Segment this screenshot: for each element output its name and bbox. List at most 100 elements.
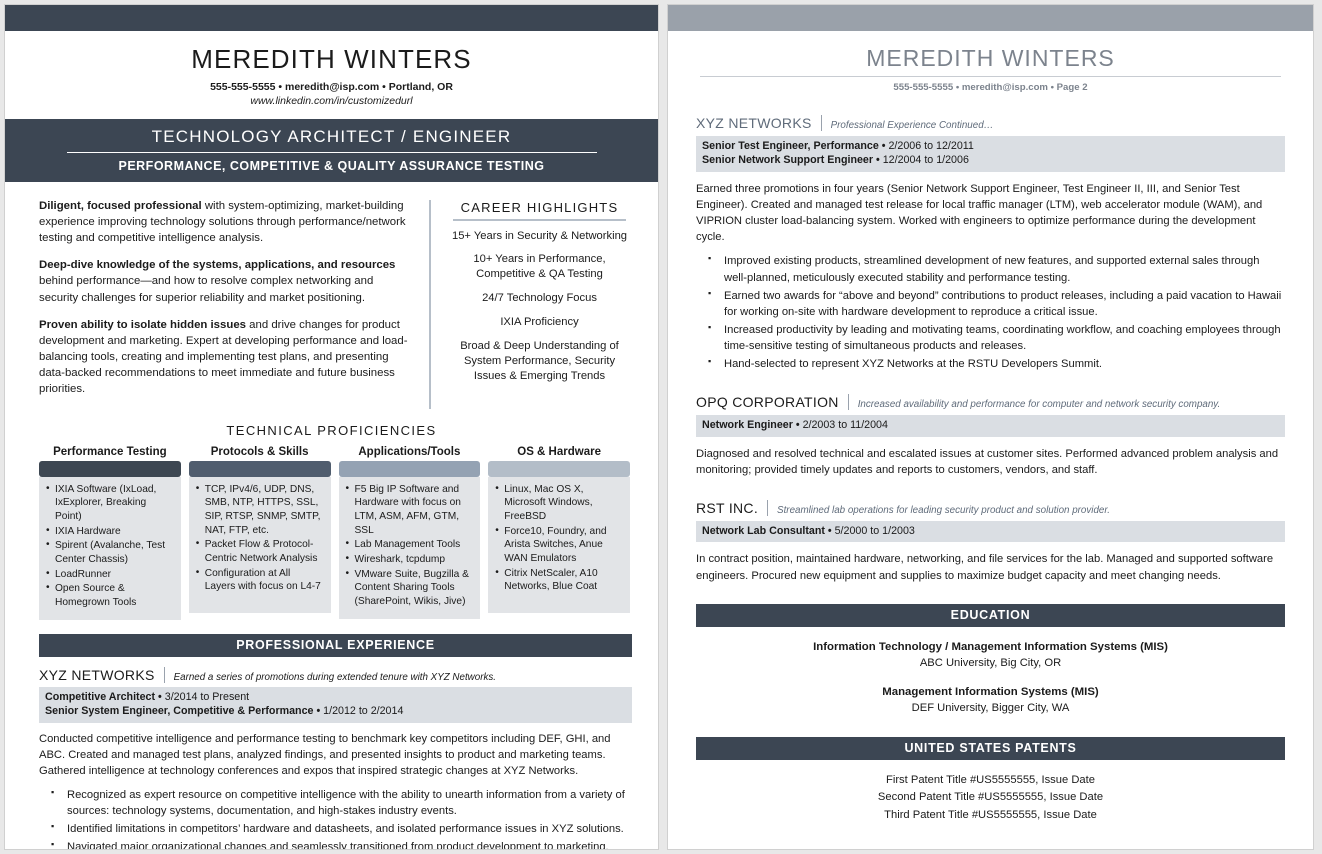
- role-dates: 1/2012 to 2/2014: [323, 705, 404, 718]
- employer-header: RST INC. Streamlined lab operations for l…: [696, 499, 1285, 516]
- tech-item: Force10, Foundry, and Arista Switches, A…: [495, 524, 623, 566]
- employer-header-xyz: XYZ NETWORKS Earned a series of promotio…: [39, 666, 632, 683]
- role-bullet-separator: •: [313, 705, 324, 718]
- employer-header: OPQ CORPORATION Increased availability an…: [696, 394, 1285, 411]
- summary-highlights-row: Diligent, focused professional with syst…: [5, 182, 658, 409]
- candidate-name: MEREDITH WINTERS: [191, 44, 472, 74]
- tech-item: Spirent (Avalanche, Test Center Chassis): [46, 538, 174, 566]
- summary-lead-in: Proven ability to isolate hidden issues: [39, 318, 246, 331]
- employer-separator: [847, 394, 849, 411]
- tech-item: Configuration at All Layers with focus o…: [196, 566, 324, 594]
- resume-workspace: MEREDITH WINTERS 555-555-5555 • meredith…: [0, 0, 1322, 854]
- tech-column: Protocols & Skills TCP, IPv4/6, UDP, DNS,…: [188, 445, 331, 620]
- employer-bullet: Improved existing products, streamlined …: [696, 252, 1285, 285]
- employer-separator: [820, 115, 822, 131]
- tech-column: OS & Hardware Linux, Mac OS X, Microsoft …: [488, 446, 630, 620]
- role-bullet-separator: •: [824, 524, 835, 537]
- education-degree: Management Information Systems (MIS): [882, 686, 1099, 699]
- role-title: Network Lab Consultant: [702, 524, 825, 537]
- employer-paragraph-continued: Earned three promotions in four years (S…: [696, 182, 1263, 244]
- technical-proficiencies-table: Performance Testing IXIA Software (IxLoad…: [5, 446, 658, 620]
- page2-employer-list: OPQ CORPORATION Increased availability an…: [668, 394, 1313, 583]
- role-line: Senior Test Engineer, Performance • 2/20…: [702, 139, 1279, 153]
- tech-column-accent-bar: [39, 460, 181, 477]
- headline-title: TECHNOLOGY ARCHITECT / ENGINEER: [151, 126, 512, 146]
- employer-tagline: Increased availability and performance f…: [857, 399, 1221, 411]
- tech-item: VMware Suite, Bugzilla & Content Sharing…: [346, 567, 474, 609]
- patents-heading: UNITED STATES PATENTS: [696, 736, 1285, 760]
- professional-experience-heading: PROFESSIONAL EXPERIENCE: [39, 633, 632, 657]
- career-highlight-item: 15+ Years in Security & Networking: [451, 229, 628, 242]
- page2-name-block: MEREDITH WINTERS: [668, 31, 1313, 72]
- tech-item: TCP, IPv4/6, UDP, DNS, SMB, NTP, HTTPS, …: [196, 482, 324, 538]
- education-degree: Information Technology / Management Info…: [813, 640, 1168, 653]
- employer-name: OPQ CORPORATION: [696, 394, 839, 411]
- tech-column-accent-bar: [188, 460, 331, 477]
- role-band-xyz-continued: Senior Test Engineer, Performance • 2/20…: [696, 136, 1285, 172]
- role-band-xyz: Competitive Architect • 3/2014 to Presen…: [39, 686, 632, 723]
- education-school: DEF University, Bigger City, WA: [911, 702, 1070, 715]
- employer-bullet: Identified limitations in competitors’ h…: [39, 820, 632, 837]
- career-highlights-list: 15+ Years in Security & Networking 10+ Ye…: [447, 229, 632, 384]
- tech-item: Citrix NetScaler, A10 Networks, Blue Coa…: [495, 566, 623, 594]
- role-line: Network Engineer • 2/2003 to 11/2004: [702, 418, 1279, 432]
- role-title: Senior System Engineer, Competitive & Pe…: [45, 705, 314, 718]
- headline-subtitle: PERFORMANCE, COMPETITIVE & QUALITY ASSUR…: [118, 158, 545, 173]
- career-highlights-column: CAREER HIGHLIGHTS 15+ Years in Security …: [447, 198, 632, 409]
- tech-item: Wireshark, tcpdump: [346, 552, 474, 567]
- employer-name-continued: XYZ NETWORKS: [696, 115, 812, 131]
- headline-banner: TECHNOLOGY ARCHITECT / ENGINEER PERFORMA…: [5, 118, 658, 182]
- tech-column-accent-bar: [338, 460, 481, 477]
- tech-column-body: IXIA Software (IxLoad, IxExplorer, Break…: [39, 476, 181, 620]
- employer-bullets: Recognized as expert resource on competi…: [39, 786, 632, 849]
- patent-item: Third Patent Title #US5555555, Issue Dat…: [884, 808, 1097, 821]
- employer-separator: [163, 666, 165, 683]
- role-title: Senior Network Support Engineer: [702, 154, 874, 167]
- resume-page-2: MEREDITH WINTERS 555-555-5555 • meredith…: [667, 4, 1314, 850]
- role-line: Competitive Architect • 3/2014 to Presen…: [45, 690, 626, 704]
- employer-bullet: Navigated major organizational changes a…: [39, 838, 632, 849]
- role-bullet-separator: •: [155, 690, 165, 703]
- tech-item: Linux, Mac OS X, Microsoft Windows, Free…: [495, 482, 623, 524]
- candidate-linkedin-url: www.linkedin.com/in/customizedurl: [250, 94, 413, 107]
- career-highlights-title: CAREER HIGHLIGHTS: [460, 199, 619, 215]
- role-band: Network Engineer • 2/2003 to 11/2004: [696, 415, 1285, 437]
- career-highlight-item: IXIA Proficiency: [500, 316, 579, 329]
- summary-paragraph: Diligent, focused professional with syst…: [39, 199, 406, 244]
- summary-lead-in: Diligent, focused professional: [39, 199, 202, 212]
- education-heading: EDUCATION: [696, 603, 1285, 627]
- summary-lead-in: Deep-dive knowledge of the systems, appl…: [39, 259, 396, 272]
- employer-name: RST INC.: [696, 499, 759, 516]
- career-highlight-item: 24/7 Technology Focus: [482, 292, 597, 305]
- tech-column-header: OS & Hardware: [517, 445, 601, 458]
- tech-column: Performance Testing IXIA Software (IxLoad…: [39, 446, 181, 620]
- tech-column-header: Applications/Tools: [358, 445, 461, 458]
- tech-column: Applications/Tools F5 Big IP Software and…: [338, 445, 481, 620]
- role-line: Senior System Engineer, Competitive & Pe…: [45, 704, 626, 718]
- tech-column-header: Protocols & Skills: [210, 445, 309, 458]
- role-line: Senior Network Support Engineer • 12/200…: [702, 153, 1279, 167]
- career-highlight-item: 10+ Years in Performance, Competitive & …: [473, 253, 606, 281]
- candidate-contact-line: 555-555-5555 • meredith@isp.com • Portla…: [210, 80, 453, 93]
- technical-proficiencies-title: TECHNICAL PROFICIENCIES: [226, 422, 437, 438]
- role-line: Network Lab Consultant • 5/2000 to 1/200…: [702, 524, 1279, 538]
- employer-bullet: Hand-selected to represent XYZ Networks …: [696, 355, 1285, 372]
- summary-paragraph: Proven ability to isolate hidden issues …: [39, 318, 408, 396]
- page1-name-block: MEREDITH WINTERS 555-555-5555 • meredith…: [5, 31, 658, 119]
- employer-bullet: Earned two awards for “above and beyond”…: [696, 287, 1285, 320]
- role-title: Network Engineer: [702, 419, 793, 432]
- tech-item: IXIA Hardware: [46, 524, 174, 539]
- tech-column-body: F5 Big IP Software and Hardware with foc…: [338, 476, 481, 619]
- tech-column-body: Linux, Mac OS X, Microsoft Windows, Free…: [488, 476, 630, 613]
- education-entry: Information Technology / Management Info…: [668, 640, 1313, 672]
- role-title: Competitive Architect: [45, 690, 156, 703]
- employer-bullets-continued: Improved existing products, streamlined …: [696, 252, 1285, 372]
- page2-contact-line: 555-555-5555 • meredith@isp.com • Page 2: [893, 82, 1088, 93]
- tech-item: Packet Flow & Protocol-Centric Network A…: [196, 537, 324, 565]
- role-dates: 3/2014 to Present: [164, 690, 250, 703]
- education-school: ABC University, Big City, OR: [919, 656, 1062, 669]
- education-spacer: [668, 671, 1313, 685]
- headline-divider: [66, 151, 597, 153]
- employer-name: XYZ NETWORKS: [39, 666, 155, 683]
- employer-paragraph: Diagnosed and resolved technical and esc…: [696, 447, 1279, 476]
